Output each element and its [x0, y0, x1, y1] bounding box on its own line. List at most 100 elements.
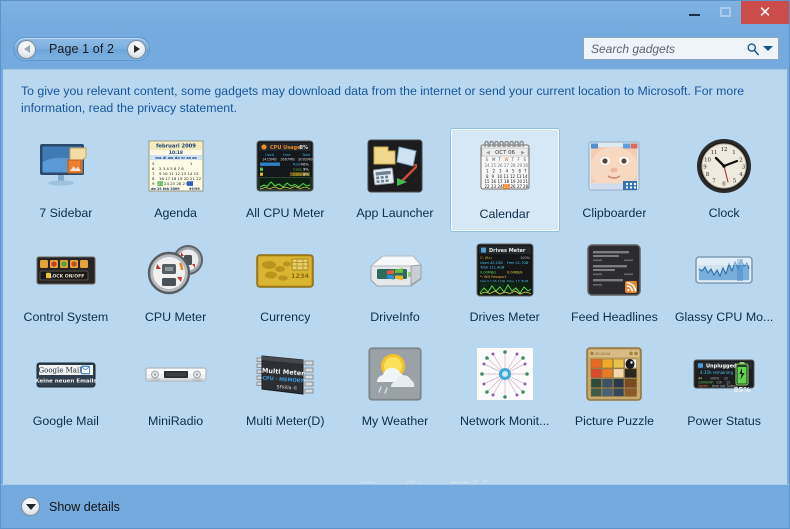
svg-text:Total: Total	[301, 153, 310, 157]
minimize-button[interactable]	[679, 1, 710, 22]
gadget-label: Google Mail	[33, 414, 99, 428]
svg-text:10: 10	[704, 158, 711, 164]
gadget-label: Drives Meter	[470, 310, 540, 324]
svg-text:LOCK ON/OFF: LOCK ON/OFF	[49, 273, 84, 279]
svg-text:Unplugged: Unplugged	[706, 364, 737, 370]
gadget-item-7-sidebar[interactable]: 7 Sidebar	[11, 128, 121, 232]
search-box[interactable]	[583, 37, 779, 60]
svg-text:00:03:24: 00:03:24	[595, 352, 610, 356]
close-button[interactable]: ✕	[741, 1, 789, 24]
gadget-item-picture-puzzle[interactable]: 00:03:24	[560, 336, 670, 440]
svg-text:T: T	[510, 157, 514, 162]
search-input[interactable]	[591, 42, 744, 56]
gold-card-icon: 1234	[253, 238, 317, 302]
gadget-item-feed-headlines[interactable]: Feed Headlines	[560, 232, 670, 336]
rss-feed-panel-icon	[582, 238, 646, 302]
gadget-gallery-window: ✕ Page 1 of 2 To give you relevant conte…	[0, 0, 790, 529]
gadget-item-miniradio[interactable]: POWERVOLUME MiniRadio	[121, 336, 231, 440]
gadget-item-cpu-meter[interactable]: CPU Meter	[121, 232, 231, 336]
gadget-label: Feed Headlines	[571, 310, 658, 324]
search-dropdown-icon[interactable]	[763, 46, 773, 51]
svg-text:8%: 8%	[303, 171, 309, 176]
svg-text:4: 4	[739, 172, 743, 178]
gadget-label: Currency	[260, 310, 310, 324]
previous-page-button[interactable]	[17, 40, 36, 59]
svg-text:*: WD Passport: *: WD Passport	[480, 275, 507, 279]
gadget-label: MiniRadio	[148, 414, 203, 428]
gadget-item-multi-meter-d[interactable]: Multi Meter CPU · MEMORY SFkilla © Multi…	[230, 336, 340, 440]
gadget-item-power-status[interactable]: Unplugged 4:35h remaining 44100%22 1200m…	[669, 336, 779, 440]
maximize-button[interactable]	[710, 1, 741, 22]
gadget-item-google-mail[interactable]: Google Mail Keine neuen Emails Google Ma…	[11, 336, 121, 440]
minimize-icon	[689, 14, 700, 16]
svg-text:6: 6	[722, 182, 726, 188]
svg-text:Free: Free	[283, 153, 291, 157]
gadget-gallery-content: To give you relevant content, some gadge…	[3, 69, 787, 484]
svg-text:27: 27	[517, 184, 523, 189]
monitor-sidebar-icon	[34, 134, 98, 198]
gadget-item-clock[interactable]: 1212 345 678 91011 Clock	[669, 128, 779, 232]
svg-text:Free 41.7GB: Free 41.7GB	[507, 261, 529, 265]
svg-text:8: 8	[706, 172, 710, 178]
svg-text:27: 27	[504, 163, 510, 168]
gadget-item-network-monitor[interactable]: Network Monit...	[450, 336, 560, 440]
gadget-item-agenda[interactable]: februari 2009 10:18 ma di wo do vr za zo…	[121, 128, 231, 232]
svg-text:lighter: lighter	[698, 384, 709, 388]
gadget-item-my-weather[interactable]: My Weather	[340, 336, 450, 440]
svg-text:1425MB: 1425MB	[262, 158, 277, 162]
google-mail-icon: Google Mail Keine neuen Emails	[34, 342, 98, 406]
gadget-label: Clipboarder	[582, 206, 646, 220]
analog-clock-icon: 1212 345 678 91011	[692, 134, 756, 198]
svg-text:9: 9	[703, 165, 707, 171]
gadget-label: Agenda	[154, 206, 197, 220]
gadget-label: Clock	[709, 206, 740, 220]
footer-bar: Show details	[1, 484, 789, 528]
calendar-page-icon: OCT 06 ◀ ▶ SMT WTFS 24252627282930 12345…	[473, 135, 537, 199]
gadget-label: All CPU Meter	[246, 206, 325, 220]
svg-text:0.00MB/s: 0.00MB/s	[480, 271, 496, 275]
gadget-label: CPU Meter	[145, 310, 206, 324]
network-graph-icon	[473, 342, 537, 406]
next-page-button[interactable]	[127, 40, 146, 59]
svg-text:29: 29	[517, 163, 523, 168]
show-details-toggle[interactable]	[21, 497, 40, 516]
gadget-item-glassy-cpu-monitor[interactable]: Glassy CPU Mo...	[669, 232, 779, 336]
svg-text:26: 26	[497, 163, 503, 168]
gadget-item-all-cpu-meter[interactable]: CPU Usage 8% UsedFreeTotal 1425MB1667MB3…	[230, 128, 340, 232]
show-details-label[interactable]: Show details	[49, 500, 120, 514]
gadget-item-control-system[interactable]: LOCK ON/OFF Control System	[11, 232, 121, 336]
hard-drive-icon	[363, 238, 427, 302]
svg-text:POWER: POWER	[151, 378, 160, 381]
svg-text:1234: 1234	[291, 272, 310, 280]
svg-text:28: 28	[510, 163, 516, 168]
svg-text:C: (fix): C: (fix)	[480, 256, 492, 260]
svg-text:0.00KB/s: 0.00KB/s	[507, 271, 523, 275]
svg-text:7: 7	[712, 179, 716, 185]
svg-text:25: 25	[503, 184, 509, 189]
gadget-label: App Launcher	[356, 206, 433, 220]
svg-text:23: 23	[491, 184, 497, 189]
gadget-label: Multi Meter(D)	[246, 414, 324, 428]
svg-text:2: 2	[739, 158, 742, 164]
multi-meter-chip-icon: Multi Meter CPU · MEMORY SFkilla ©	[253, 342, 317, 406]
svg-text:ma di wo do vr za zo: ma di wo do vr za zo	[155, 156, 197, 160]
gadget-item-calendar[interactable]: OCT 06 ◀ ▶ SMT WTFS 24252627282930 12345…	[450, 128, 560, 232]
svg-text:februari 2009: februari 2009	[156, 144, 196, 150]
toolbar: Page 1 of 2	[1, 29, 789, 69]
svg-text:30: 30	[523, 163, 529, 168]
gadget-item-driveinfo[interactable]: DriveInfo	[340, 232, 450, 336]
gadget-label: Glassy CPU Mo...	[675, 310, 773, 324]
svg-text:28: 28	[523, 184, 529, 189]
page-navigator: Page 1 of 2	[13, 37, 150, 61]
gadget-item-currency[interactable]: 1234 Currency	[230, 232, 340, 336]
svg-text:Used: Used	[265, 153, 274, 157]
svg-text:22: 22	[484, 184, 490, 189]
svg-text:4:35h remaining: 4:35h remaining	[700, 370, 733, 375]
gadget-item-app-launcher[interactable]: App Launcher	[340, 128, 450, 232]
gadget-item-clipboarder[interactable]: Clipboarder	[560, 128, 670, 232]
gadget-label: Calendar	[480, 207, 530, 221]
svg-text:99/99: 99/99	[189, 187, 200, 191]
svg-text:OCT 06: OCT 06	[495, 150, 515, 156]
gadget-item-drives-meter[interactable]: Drives Meter C: (fix)100% Used 43.2GBFre…	[450, 232, 560, 336]
search-icon	[746, 42, 760, 56]
